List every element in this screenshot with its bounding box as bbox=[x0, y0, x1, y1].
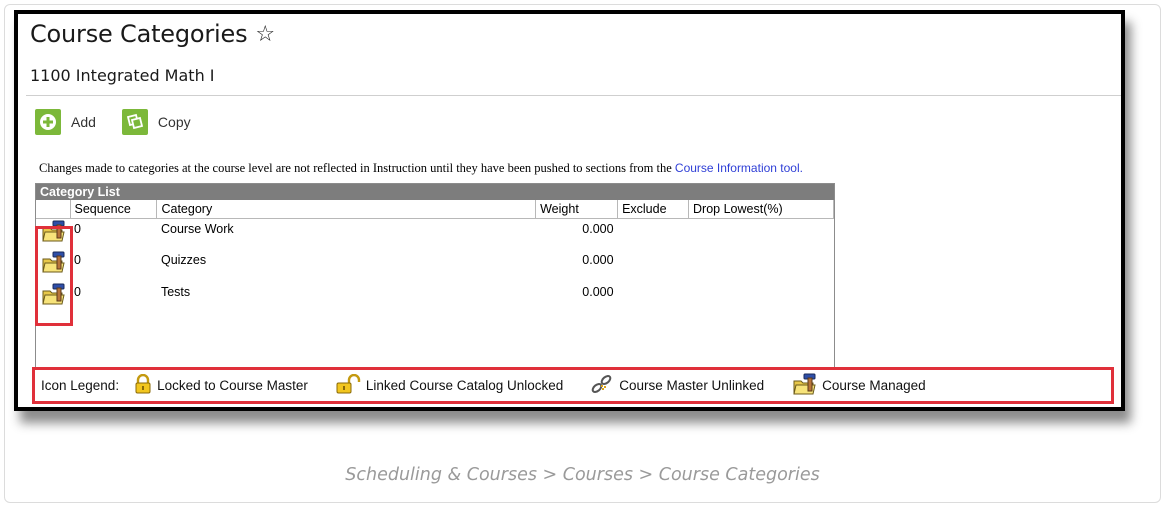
figure-caption: Scheduling & Courses > Courses > Course … bbox=[345, 465, 820, 485]
copy-icon bbox=[121, 109, 148, 135]
category-cell[interactable]: Course Work bbox=[157, 218, 536, 250]
add-button-label: Add bbox=[71, 114, 96, 130]
column-header-drop-lowest[interactable]: Drop Lowest(%) bbox=[688, 200, 834, 219]
course-managed-icon[interactable] bbox=[42, 283, 66, 305]
legend-managed-label: Course Managed bbox=[822, 378, 926, 393]
course-managed-icon bbox=[792, 373, 818, 398]
plus-circle-icon bbox=[35, 109, 61, 135]
category-list-panel: Category List Sequence Category Weight E… bbox=[35, 183, 835, 383]
add-button[interactable]: Add bbox=[35, 109, 96, 135]
legend-unlocked-label: Linked Course Catalog Unlocked bbox=[365, 378, 564, 393]
legend-item-managed: Course Managed bbox=[792, 373, 926, 398]
screenshot-frame: Course Categories ☆ 1100 Integrated Math… bbox=[14, 10, 1125, 411]
legend-unlinked-label: Course Master Unlinked bbox=[619, 378, 765, 393]
category-cell[interactable]: Tests bbox=[157, 282, 536, 314]
sequence-cell: 0 bbox=[74, 285, 81, 299]
course-categories-screen: Course Categories ☆ 1100 Integrated Math… bbox=[18, 14, 1121, 407]
column-header-category[interactable]: Category bbox=[156, 200, 537, 219]
course-information-link[interactable]: Course Information tool. bbox=[675, 161, 803, 175]
icon-legend: Icon Legend: Locked to Course Master Lin… bbox=[32, 367, 1114, 404]
page-subtitle: 1100 Integrated Math I bbox=[30, 66, 215, 85]
weight-cell: 0.000 bbox=[582, 285, 614, 299]
exclude-cell bbox=[618, 250, 689, 282]
weight-cell: 0.000 bbox=[582, 221, 614, 236]
drop-lowest-cell bbox=[689, 218, 834, 250]
copy-button[interactable]: Copy bbox=[121, 109, 191, 135]
header-divider bbox=[26, 95, 1121, 96]
category-table-header-row: Sequence Category Weight Exclude Drop Lo… bbox=[36, 200, 834, 219]
sequence-cell: 0 bbox=[74, 253, 81, 267]
category-table: Sequence Category Weight Exclude Drop Lo… bbox=[36, 200, 834, 314]
table-row[interactable]: 0 Tests 0.000 bbox=[36, 282, 834, 314]
info-message: Changes made to categories at the course… bbox=[39, 161, 803, 176]
legend-locked-label: Locked to Course Master bbox=[157, 378, 308, 393]
category-list-title: Category List bbox=[36, 184, 834, 200]
padlock-locked-icon bbox=[133, 373, 153, 397]
legend-item-unlinked: Course Master Unlinked bbox=[589, 373, 764, 398]
padlock-unlocked-icon bbox=[336, 373, 362, 397]
page-title-text: Course Categories bbox=[30, 20, 248, 48]
weight-cell: 0.000 bbox=[582, 253, 614, 267]
course-managed-icon[interactable] bbox=[42, 220, 66, 242]
table-row[interactable]: 0 Course Work 0.000 bbox=[36, 218, 834, 250]
exclude-cell bbox=[618, 218, 689, 250]
row-icon-cell bbox=[36, 218, 70, 250]
row-icon-cell bbox=[36, 250, 70, 282]
star-outline-icon[interactable]: ☆ bbox=[255, 22, 275, 47]
legend-item-locked: Locked to Course Master bbox=[133, 373, 308, 397]
sequence-cell: 0 bbox=[74, 221, 81, 236]
info-message-text: Changes made to categories at the course… bbox=[39, 161, 675, 175]
drop-lowest-cell bbox=[689, 282, 834, 314]
drop-lowest-cell bbox=[689, 250, 834, 282]
toolbar: Add Copy bbox=[35, 109, 217, 135]
column-header-icon bbox=[36, 200, 71, 219]
legend-label: Icon Legend: bbox=[41, 378, 120, 393]
legend-item-unlocked: Linked Course Catalog Unlocked bbox=[336, 373, 564, 397]
table-row[interactable]: 0 Quizzes 0.000 bbox=[36, 250, 834, 282]
broken-link-icon bbox=[589, 373, 615, 398]
row-icon-cell bbox=[36, 282, 70, 314]
copy-button-label: Copy bbox=[157, 114, 191, 130]
exclude-cell bbox=[618, 282, 689, 314]
category-cell[interactable]: Quizzes bbox=[157, 250, 536, 282]
course-managed-icon[interactable] bbox=[42, 251, 66, 273]
column-header-sequence[interactable]: Sequence bbox=[70, 200, 158, 219]
column-header-exclude[interactable]: Exclude bbox=[617, 200, 690, 219]
page-title: Course Categories ☆ bbox=[30, 20, 275, 48]
column-header-weight[interactable]: Weight bbox=[535, 200, 619, 219]
